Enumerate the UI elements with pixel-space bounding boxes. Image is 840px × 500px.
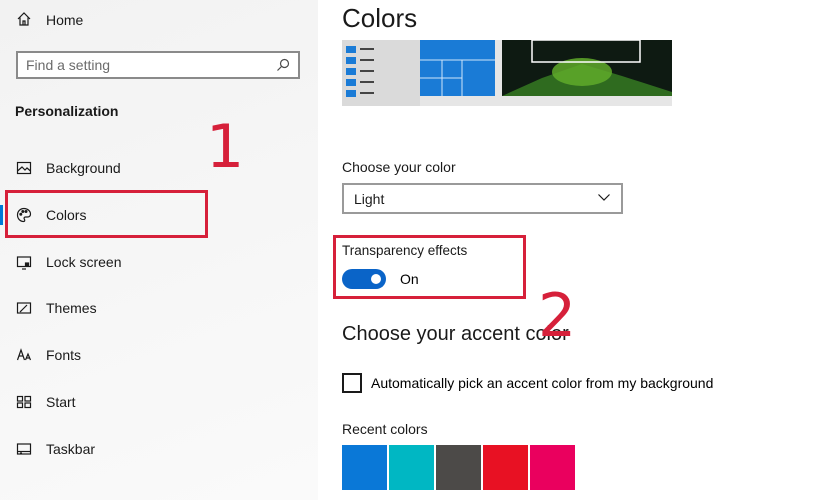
themes-icon [16, 300, 32, 316]
sidebar-item-colors[interactable]: Colors [0, 195, 318, 235]
home-link[interactable]: Home [16, 9, 83, 31]
recent-color-swatch[interactable] [436, 445, 481, 490]
theme-preview-image [342, 39, 672, 106]
recent-colors-label: Recent colors [342, 421, 428, 437]
sidebar-item-label: Taskbar [46, 441, 96, 457]
sidebar-item-label: Background [46, 160, 121, 176]
recent-color-swatch[interactable] [483, 445, 528, 490]
taskbar-icon [16, 441, 32, 457]
recent-color-swatch[interactable] [530, 445, 575, 490]
sidebar-item-lock-screen[interactable]: Lock screen [0, 242, 318, 282]
search-icon[interactable] [276, 58, 290, 72]
sidebar-item-taskbar[interactable]: Taskbar [0, 429, 318, 469]
sidebar-item-label: Start [46, 394, 76, 410]
recent-colors [342, 445, 575, 490]
choose-color-dropdown[interactable]: Light [342, 183, 623, 214]
sidebar-item-start[interactable]: Start [0, 382, 318, 422]
fonts-icon [16, 347, 32, 363]
transparency-toggle-row: On [342, 269, 419, 289]
sidebar-item-themes[interactable]: Themes [0, 288, 318, 328]
choose-color-label: Choose your color [342, 159, 456, 175]
sidebar-item-fonts[interactable]: Fonts [0, 335, 318, 375]
lock-screen-icon [16, 254, 32, 270]
sidebar: Home Personalization Background Colors [0, 0, 318, 500]
search-box[interactable] [16, 51, 300, 79]
accent-heading: Choose your accent color [342, 323, 569, 345]
auto-pick-accent-checkbox[interactable] [342, 373, 362, 393]
transparency-label: Transparency effects [342, 243, 468, 258]
section-title: Personalization [15, 103, 119, 119]
toggle-knob [371, 274, 381, 284]
chevron-down-icon [597, 190, 611, 207]
background-icon [16, 160, 32, 176]
start-icon [16, 394, 32, 410]
transparency-toggle[interactable] [342, 269, 386, 289]
sidebar-item-label: Themes [46, 300, 97, 316]
sidebar-item-label: Colors [46, 207, 87, 223]
search-input[interactable] [26, 57, 276, 73]
home-icon [16, 11, 32, 30]
transparency-state: On [400, 271, 419, 287]
sidebar-item-label: Fonts [46, 347, 82, 363]
auto-pick-accent-label: Automatically pick an accent color from … [371, 375, 714, 391]
auto-pick-accent-row[interactable]: Automatically pick an accent color from … [342, 373, 713, 393]
palette-icon [16, 207, 32, 223]
home-label: Home [46, 12, 84, 28]
main-content: Colors Choose your color Light Transpare… [318, 0, 840, 500]
recent-color-swatch[interactable] [389, 445, 434, 490]
page-title: Colors [342, 3, 418, 33]
choose-color-value: Light [354, 190, 385, 207]
recent-color-swatch[interactable] [342, 445, 387, 490]
sidebar-item-background[interactable]: Background [0, 148, 318, 188]
sidebar-item-label: Lock screen [46, 254, 122, 270]
